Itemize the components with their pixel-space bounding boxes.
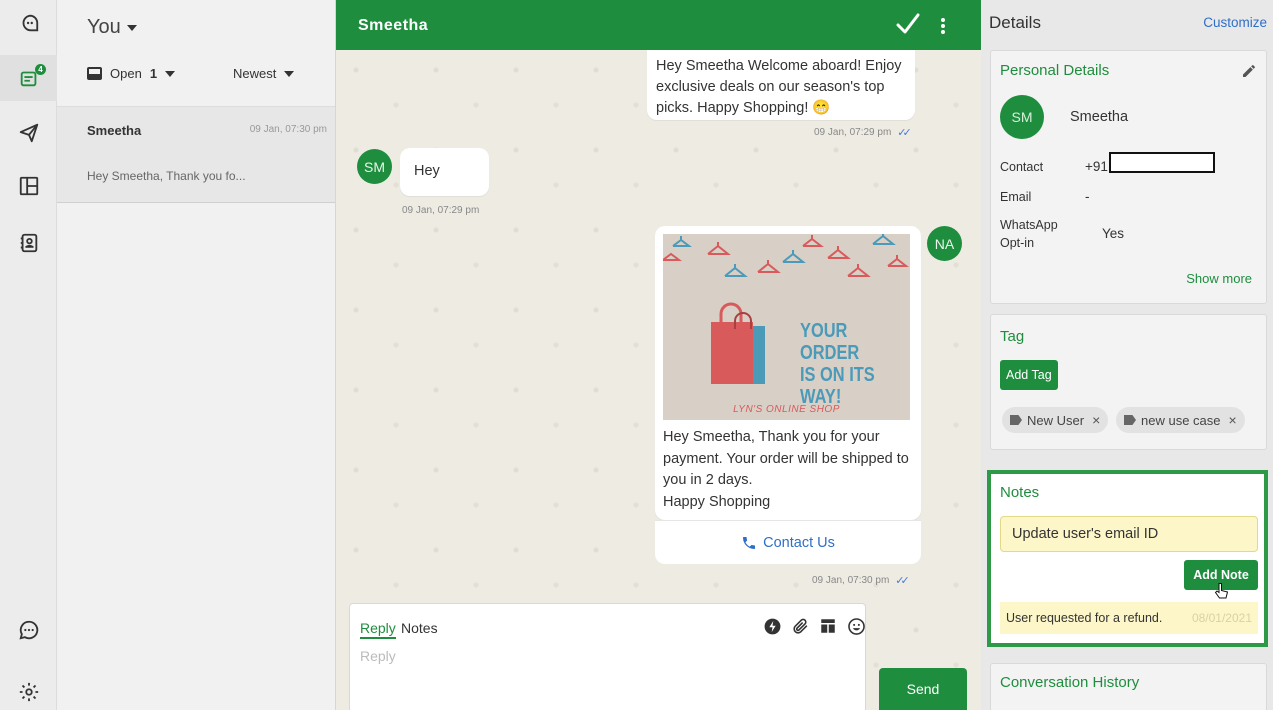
chat-panel: Smeetha Hey Smeetha Welcome aboard! Enjo… <box>336 0 981 710</box>
tab-notes[interactable]: Notes <box>401 620 438 636</box>
customize-link[interactable]: Customize <box>1203 15 1267 30</box>
tag-title: Tag <box>1000 328 1025 345</box>
send-plane-icon[interactable] <box>0 110 57 156</box>
status-filter-count: 1 <box>149 66 158 81</box>
note-date: 08/01/2021 <box>1191 611 1252 625</box>
close-icon[interactable]: × <box>1092 412 1100 428</box>
conversation-history-card[interactable]: Conversation History <box>990 663 1267 710</box>
conversation-item[interactable]: Smeetha 09 Jan, 07:30 pm Hey Smeetha, Th… <box>57 107 335 203</box>
paperclip-icon[interactable] <box>789 615 811 637</box>
conversation-history-title: Conversation History <box>1000 674 1140 691</box>
tag-chip: new use case × <box>1116 407 1245 433</box>
chat-bubble-icon[interactable] <box>0 607 57 653</box>
message-outgoing-order: YOUR ORDER IS ON ITS WAY! LYN'S ONLINE S… <box>655 226 921 520</box>
contact-value: +91 <box>1085 159 1108 174</box>
message-outgoing-welcome: Hey Smeetha Welcome aboard! Enjoy exclus… <box>647 50 915 120</box>
assignee-label: You <box>87 16 121 38</box>
more-vertical-icon[interactable] <box>936 15 950 37</box>
shop-name: LYN'S ONLINE SHOP <box>733 404 840 415</box>
tag-icon <box>1124 415 1136 425</box>
email-value: - <box>1085 189 1090 204</box>
status-filter-dropdown[interactable]: Open 1 <box>87 66 176 81</box>
tag-chip: New User × <box>1002 407 1109 433</box>
message-text: Hey Smeetha, Thank you for your payment.… <box>663 429 909 510</box>
contacts-icon[interactable] <box>0 220 57 266</box>
send-button[interactable]: Send <box>879 668 967 710</box>
avatar: NA <box>927 226 962 261</box>
inbox-badge: 4 <box>35 64 46 75</box>
pointer-cursor-icon <box>1215 583 1229 599</box>
list-header: You Open 1 Newest <box>57 0 335 107</box>
double-check-icon: ✓✓ <box>897 127 912 139</box>
note-item: User requested for a refund. 08/01/2021 <box>1000 602 1258 634</box>
message-timestamp: 09 Jan, 07:29 pm <box>402 205 480 216</box>
tag-icon <box>1010 415 1022 425</box>
redacted-phone-box <box>1109 152 1215 173</box>
email-label: Email <box>1000 190 1032 204</box>
contact-label: Contact <box>1000 160 1044 174</box>
tab-reply[interactable]: Reply <box>360 620 396 639</box>
contact-name: Smeetha <box>1070 109 1129 125</box>
message-text: Hey <box>414 163 440 179</box>
message-timestamp: 09 Jan, 07:30 pm ✓✓ <box>812 575 910 587</box>
emoji-icon[interactable] <box>845 615 867 637</box>
chevron-down-icon <box>126 24 137 31</box>
avatar: SM <box>1000 95 1044 139</box>
conversation-time: 09 Jan, 07:30 pm <box>249 124 327 135</box>
sort-label: Newest <box>233 66 277 81</box>
notes-card: Notes Add Note User requested for a refu… <box>987 470 1268 647</box>
order-headline: YOUR ORDER IS ON ITS WAY! <box>800 320 875 408</box>
layout-icon[interactable] <box>0 163 57 209</box>
show-more-link[interactable]: Show more <box>1186 271 1252 286</box>
status-filter-label: Open <box>110 66 142 81</box>
settings-icon[interactable] <box>0 669 57 710</box>
sort-dropdown[interactable]: Newest <box>233 66 295 81</box>
inbox-icon[interactable]: 4 <box>0 55 57 101</box>
whatsapp-optin-value: Yes <box>1102 226 1125 241</box>
add-tag-button[interactable]: Add Tag <box>1000 360 1058 390</box>
chat-header: Smeetha <box>336 0 981 50</box>
phone-icon <box>743 536 756 549</box>
inbox-tray-icon <box>87 67 102 80</box>
contact-us-label: Contact Us <box>763 534 835 551</box>
conversation-name: Smeetha <box>87 123 142 138</box>
assignee-dropdown[interactable]: You <box>87 16 137 39</box>
tag-card: Tag Add Tag New User × new use case × <box>990 314 1267 450</box>
message-timestamp: 09 Jan, 07:29 pm ✓✓ <box>814 127 912 139</box>
message-incoming: Hey <box>400 148 489 196</box>
whatsapp-optin-label: WhatsApp Opt-in <box>1000 218 1058 250</box>
pencil-icon[interactable] <box>1241 63 1257 79</box>
double-check-icon: ✓✓ <box>895 575 910 587</box>
conversation-list-panel: You Open 1 Newest Smeetha 09 Jan, 07:30 … <box>57 0 336 710</box>
personal-details-card: Personal Details SM Smeetha Contact +91 … <box>990 50 1267 304</box>
note-text: User requested for a refund. <box>1006 611 1163 625</box>
avatar: SM <box>357 149 392 184</box>
notes-title: Notes <box>1000 484 1040 501</box>
reply-input[interactable] <box>360 648 850 664</box>
details-panel: Details Customize Personal Details SM Sm… <box>981 0 1273 710</box>
close-icon[interactable]: × <box>1229 412 1237 428</box>
conversation-preview: Hey Smeetha, Thank you fo... <box>87 169 246 183</box>
chevron-down-icon <box>284 70 295 77</box>
details-title: Details <box>989 13 1041 32</box>
icon-rail: 4 <box>0 0 57 710</box>
order-image: YOUR ORDER IS ON ITS WAY! LYN'S ONLINE S… <box>663 234 910 420</box>
note-input[interactable] <box>1000 516 1258 552</box>
message-text: Hey Smeetha Welcome aboard! Enjoy exclus… <box>656 58 902 116</box>
lightning-icon[interactable] <box>761 615 783 637</box>
contact-us-button[interactable]: Contact Us <box>655 520 921 564</box>
chat-contact-name: Smeetha <box>358 17 429 34</box>
check-icon[interactable] <box>894 10 922 38</box>
chevron-down-icon <box>165 70 176 77</box>
template-icon[interactable] <box>817 615 839 637</box>
composer-toolbar <box>761 615 867 637</box>
reply-composer: Reply Notes <box>349 603 866 710</box>
chat-logo-icon[interactable] <box>0 0 57 46</box>
personal-details-title: Personal Details <box>1000 62 1110 79</box>
